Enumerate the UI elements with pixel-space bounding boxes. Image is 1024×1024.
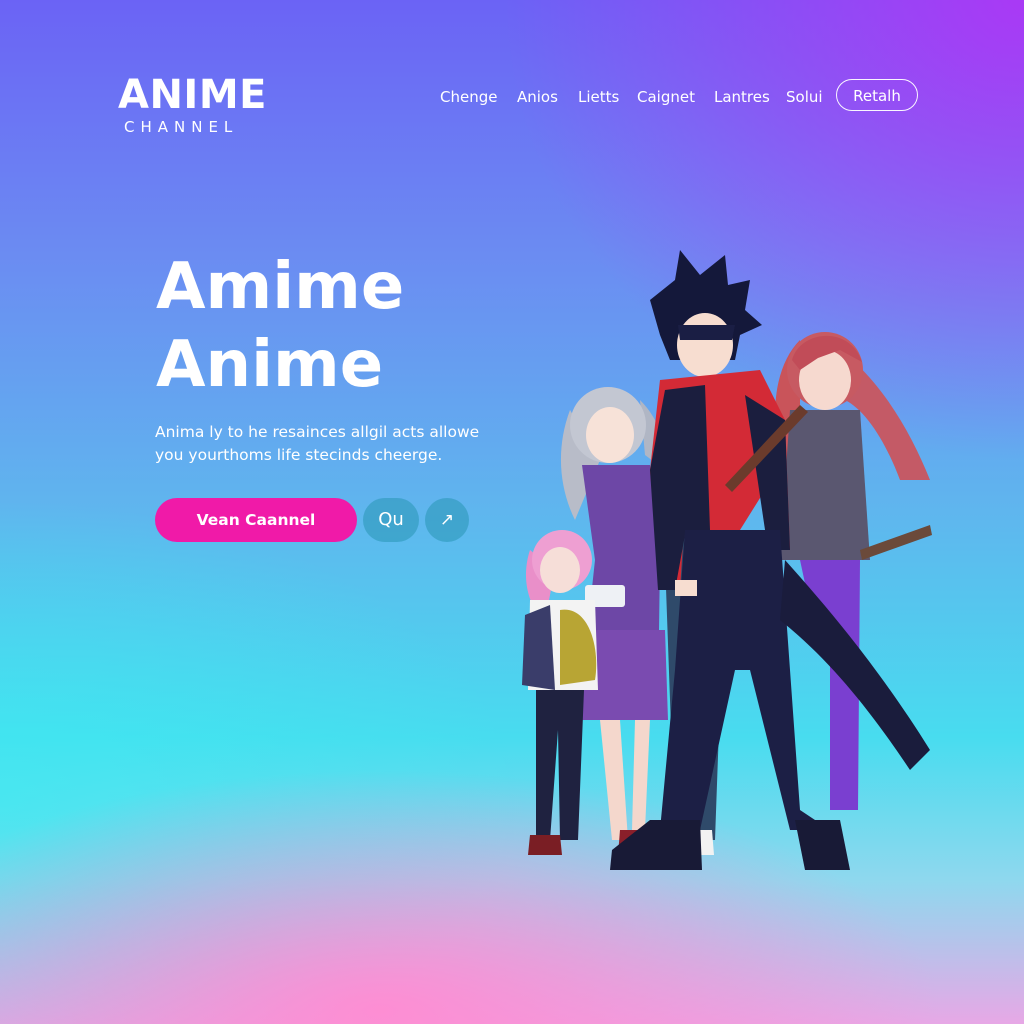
logo[interactable]: ANIME CHANNEL <box>118 72 308 136</box>
logo-tagline: CHANNEL <box>124 118 239 136</box>
anime-characters-illustration <box>522 250 932 870</box>
hero-description: Anima ly to he resainces allgil acts all… <box>155 421 495 467</box>
hero-description-line-2: you yourthoms life stecinds cheerge. <box>155 446 443 464</box>
character-spiky-hair-boy <box>610 250 930 870</box>
nav-link-chenge[interactable]: Chenge <box>440 88 497 106</box>
nav-link-solui[interactable]: Solui <box>786 88 823 106</box>
hero-title: Amime Anime <box>156 248 486 404</box>
nav-outline-button[interactable]: Retalh <box>836 79 918 111</box>
nav-link-lietts[interactable]: Lietts <box>578 88 619 106</box>
secondary-button[interactable]: Qu <box>363 498 419 542</box>
nav-link-caignet[interactable]: Caignet <box>637 88 695 106</box>
cta-button[interactable]: Vean Caannel <box>155 498 357 542</box>
nav-link-anios[interactable]: Anios <box>517 88 558 106</box>
arrow-icon: ↗ <box>439 510 455 530</box>
hero-title-line-2: Anime <box>156 328 384 402</box>
hero-description-line-1: Anima ly to he resainces allgil acts all… <box>155 423 480 441</box>
nav-link-lantres[interactable]: Lantres <box>714 88 770 106</box>
logo-wordmark: ANIME <box>118 72 267 118</box>
hero-title-line-1: Amime <box>156 250 405 324</box>
arrow-button[interactable]: ↗ <box>425 498 469 542</box>
